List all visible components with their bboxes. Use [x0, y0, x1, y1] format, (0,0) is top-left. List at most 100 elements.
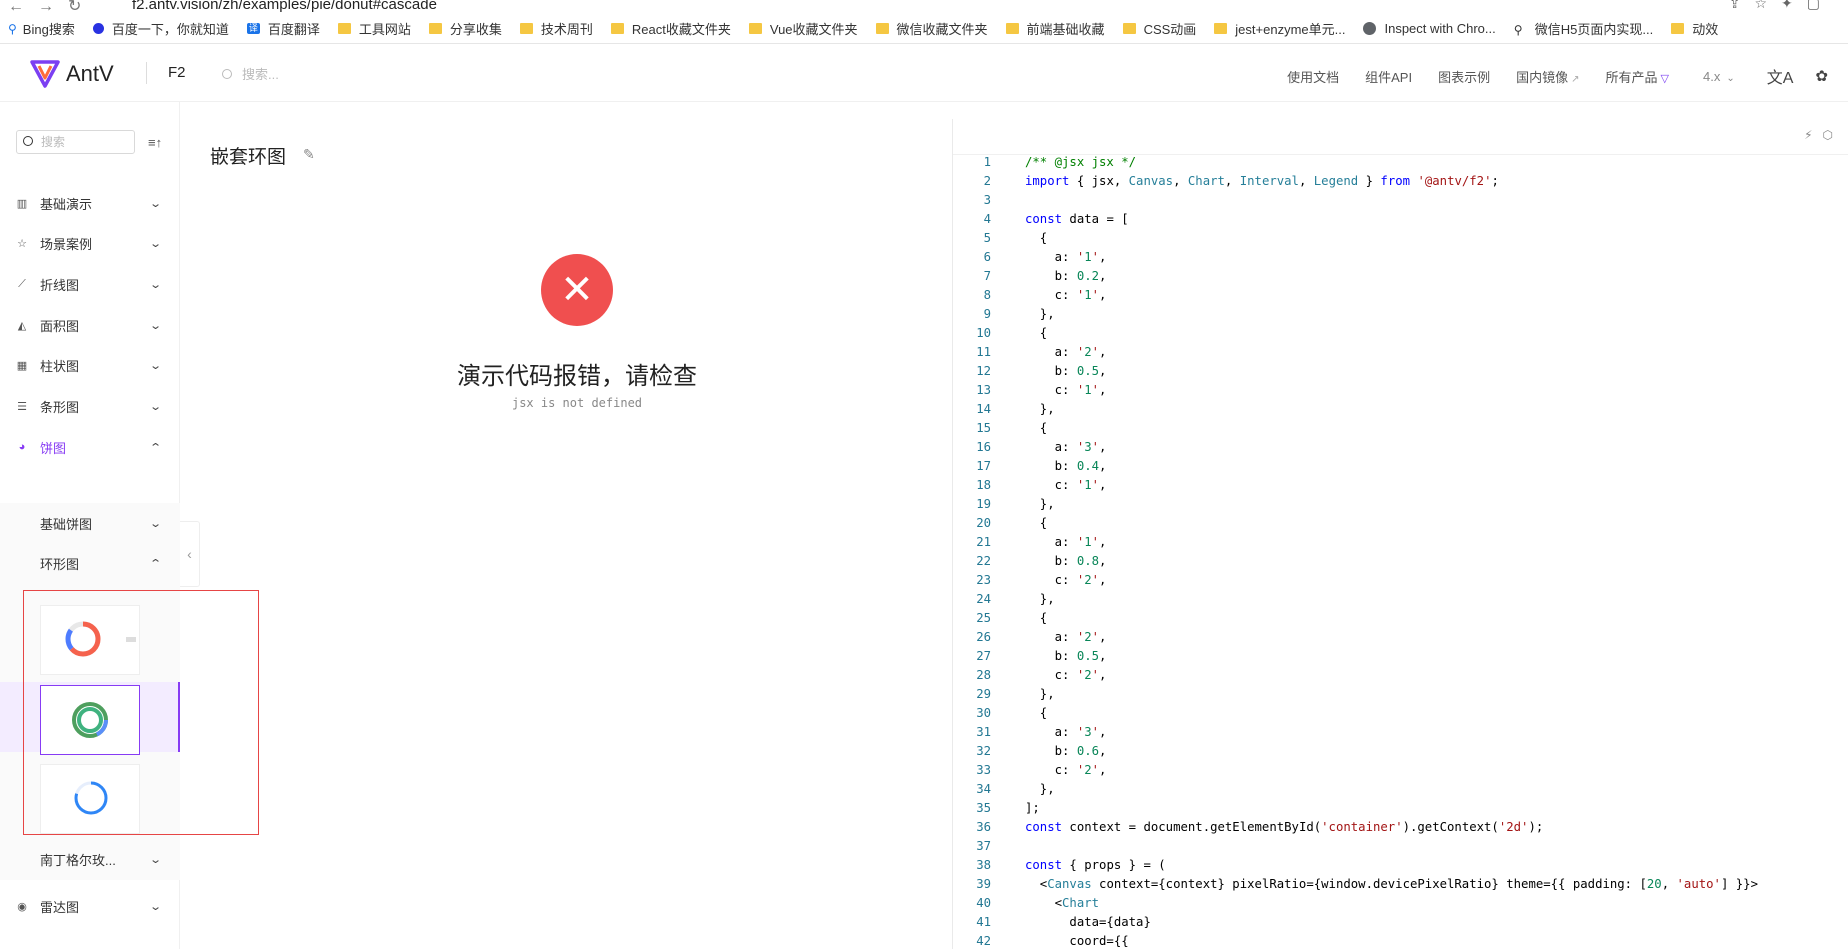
bookmark-item[interactable]: 百度一下，你就知道	[92, 19, 229, 38]
bookmark-item[interactable]: 技术周刊	[519, 19, 593, 38]
sidebar-item-nightingale[interactable]: 南丁格尔玫... ⌄	[0, 839, 180, 879]
bookmark-item[interactable]: CSS动画	[1122, 19, 1196, 38]
line-number: 13	[976, 383, 991, 397]
code-line: 16 a: '3',	[953, 438, 1848, 457]
edit-icon[interactable]: ✎	[303, 146, 315, 163]
code-line: 12 b: 0.5,	[953, 362, 1848, 381]
bookmark-item[interactable]: 工具网站	[337, 19, 411, 38]
folder-icon	[610, 23, 624, 34]
bookmark-item[interactable]: 前端基础收藏	[1005, 19, 1105, 38]
line-number: 40	[976, 896, 991, 910]
sidebar-item[interactable]: ◭ 面积图 ⌄	[0, 305, 180, 345]
search-icon	[23, 136, 33, 146]
line-number: 3	[983, 193, 991, 207]
bookmark-item[interactable]: ⚲ Bing搜索	[8, 19, 75, 38]
line-number: 9	[983, 307, 991, 321]
nav-mirror-label: 国内镜像	[1516, 69, 1569, 85]
sidebar-item-basic-pie[interactable]: 基础饼图 ⌄	[0, 503, 180, 543]
sidebar-item-donut[interactable]: 环形图 ⌃	[0, 543, 180, 583]
line-number: 22	[976, 554, 991, 568]
sidebar-item[interactable]: ☆ 场景案例 ⌄	[0, 224, 180, 264]
code-line: 15 {	[953, 419, 1848, 438]
code-editor[interactable]: ⚡⬡ 1 /** @jsx jsx */ 2 import { jsx, Canvas…	[952, 119, 1848, 949]
bookmark-label: 百度翻译	[267, 22, 320, 37]
browser-action-icons[interactable]: ⇪☆✦▢	[1729, 0, 1834, 12]
header-search[interactable]: 搜索...	[222, 64, 279, 83]
code-line: 20 {	[953, 514, 1848, 533]
sidebar-item[interactable]: ⟋ 折线图 ⌄	[0, 264, 180, 304]
code-text: },	[1025, 592, 1055, 606]
sort-icon[interactable]: ≡↑	[148, 135, 162, 150]
line-number: 37	[976, 839, 991, 853]
antv-logo[interactable]: AntV	[30, 60, 114, 88]
bookmark-item[interactable]: jest+enzyme单元...	[1214, 19, 1345, 38]
code-text: {	[1025, 611, 1048, 625]
bookmark-item[interactable]: Inspect with Chro...	[1363, 21, 1496, 36]
editor-tool-icons[interactable]: ⚡⬡	[1804, 128, 1843, 142]
sidebar-search-input[interactable]: 搜索	[16, 130, 135, 154]
bookmark-item[interactable]: ⚲ 微信H5页面内实现...	[1514, 19, 1653, 38]
code-area[interactable]: 1 /** @jsx jsx */ 2 import { jsx, Canvas, C…	[953, 153, 1848, 951]
sidebar-item-radar[interactable]: ◉ 雷达图 ⌄	[0, 886, 180, 926]
sidebar-item[interactable]: ▥ 基础演示 ⌄	[0, 183, 180, 223]
nav-examples[interactable]: 图表示例	[1438, 67, 1490, 86]
code-text: {	[1025, 516, 1048, 530]
code-line: 3	[953, 191, 1848, 210]
product-name[interactable]: F2	[168, 64, 186, 81]
translate-icon: 译	[246, 23, 260, 34]
bookmark-label: 百度一下，你就知道	[111, 22, 229, 37]
line-number: 29	[976, 687, 991, 701]
code-text: c: '1',	[1025, 383, 1107, 397]
sidebar-item[interactable]: ▦ 柱状图 ⌄	[0, 346, 180, 386]
nav-docs[interactable]: 使用文档	[1287, 67, 1339, 86]
bookmark-item[interactable]: 译百度翻译	[246, 19, 320, 38]
version-select[interactable]: 4.x ⌄	[1703, 69, 1735, 84]
code-line: 14 },	[953, 400, 1848, 419]
bookmark-label: React收藏文件夹	[631, 22, 731, 37]
bar-horizontal-icon: ☰	[17, 401, 27, 413]
bookmark-item[interactable]: 分享收集	[428, 19, 502, 38]
nav-mirror[interactable]: 国内镜像 ↗	[1516, 67, 1579, 86]
nav-products[interactable]: 所有产品 ▽	[1606, 67, 1669, 86]
code-text: },	[1025, 497, 1055, 511]
header-search-input[interactable]: 搜索...	[242, 64, 279, 83]
line-number: 16	[976, 440, 991, 454]
code-text: const context = document.getElementById(…	[1025, 820, 1544, 834]
code-text: ];	[1025, 801, 1040, 815]
code-line: 35];	[953, 799, 1848, 818]
line-number: 17	[976, 459, 991, 473]
collapse-sidebar-button[interactable]: ‹	[180, 521, 200, 587]
error-message: jsx is not defined	[511, 396, 643, 410]
code-line: 13 c: '1',	[953, 381, 1848, 400]
folder-icon	[875, 23, 889, 34]
code-line: 17 b: 0.4,	[953, 457, 1848, 476]
sidebar-item-label: 雷达图	[40, 899, 80, 915]
bookmark-item[interactable]: 微信收藏文件夹	[875, 19, 988, 38]
line-number: 10	[976, 326, 991, 340]
area-chart-icon: ◭	[17, 319, 27, 332]
bookmark-item[interactable]: React收藏文件夹	[610, 19, 731, 38]
code-text: },	[1025, 687, 1055, 701]
bookmark-item[interactable]: 动效	[1671, 19, 1718, 38]
sidebar-item[interactable]: ☰ 条形图 ⌄	[0, 387, 180, 427]
code-line: 7 b: 0.2,	[953, 267, 1848, 286]
code-text: },	[1025, 402, 1055, 416]
code-line: 19 },	[953, 495, 1848, 514]
error-close-icon: ✕	[541, 254, 613, 326]
wechat-icon[interactable]: ✿	[1815, 67, 1828, 85]
bookmark-item[interactable]: Vue收藏文件夹	[748, 19, 858, 38]
bar-chart-icon: ▥	[16, 197, 28, 210]
nav-api[interactable]: 组件API	[1365, 67, 1412, 86]
translate-icon[interactable]: 文A	[1767, 64, 1794, 88]
code-text: b: 0.8,	[1025, 554, 1107, 568]
site-header: AntV F2 搜索... 使用文档 组件API 图表示例 国内镜像 ↗ 所有产品…	[0, 44, 1848, 102]
sidebar-item-label: 环形图	[40, 556, 80, 572]
code-line: 33 c: '2',	[953, 761, 1848, 780]
sidebar-item[interactable]: ◕ 饼图 ⌃	[0, 427, 180, 467]
line-number: 1	[983, 155, 991, 169]
sidebar-item-label: 基础演示	[40, 196, 93, 212]
line-number: 21	[976, 535, 991, 549]
code-text: {	[1025, 326, 1048, 340]
url-text[interactable]: f2.antv.vision/zh/examples/pie/donut#cas…	[132, 0, 437, 13]
sidebar-item-label: 条形图	[40, 400, 80, 415]
